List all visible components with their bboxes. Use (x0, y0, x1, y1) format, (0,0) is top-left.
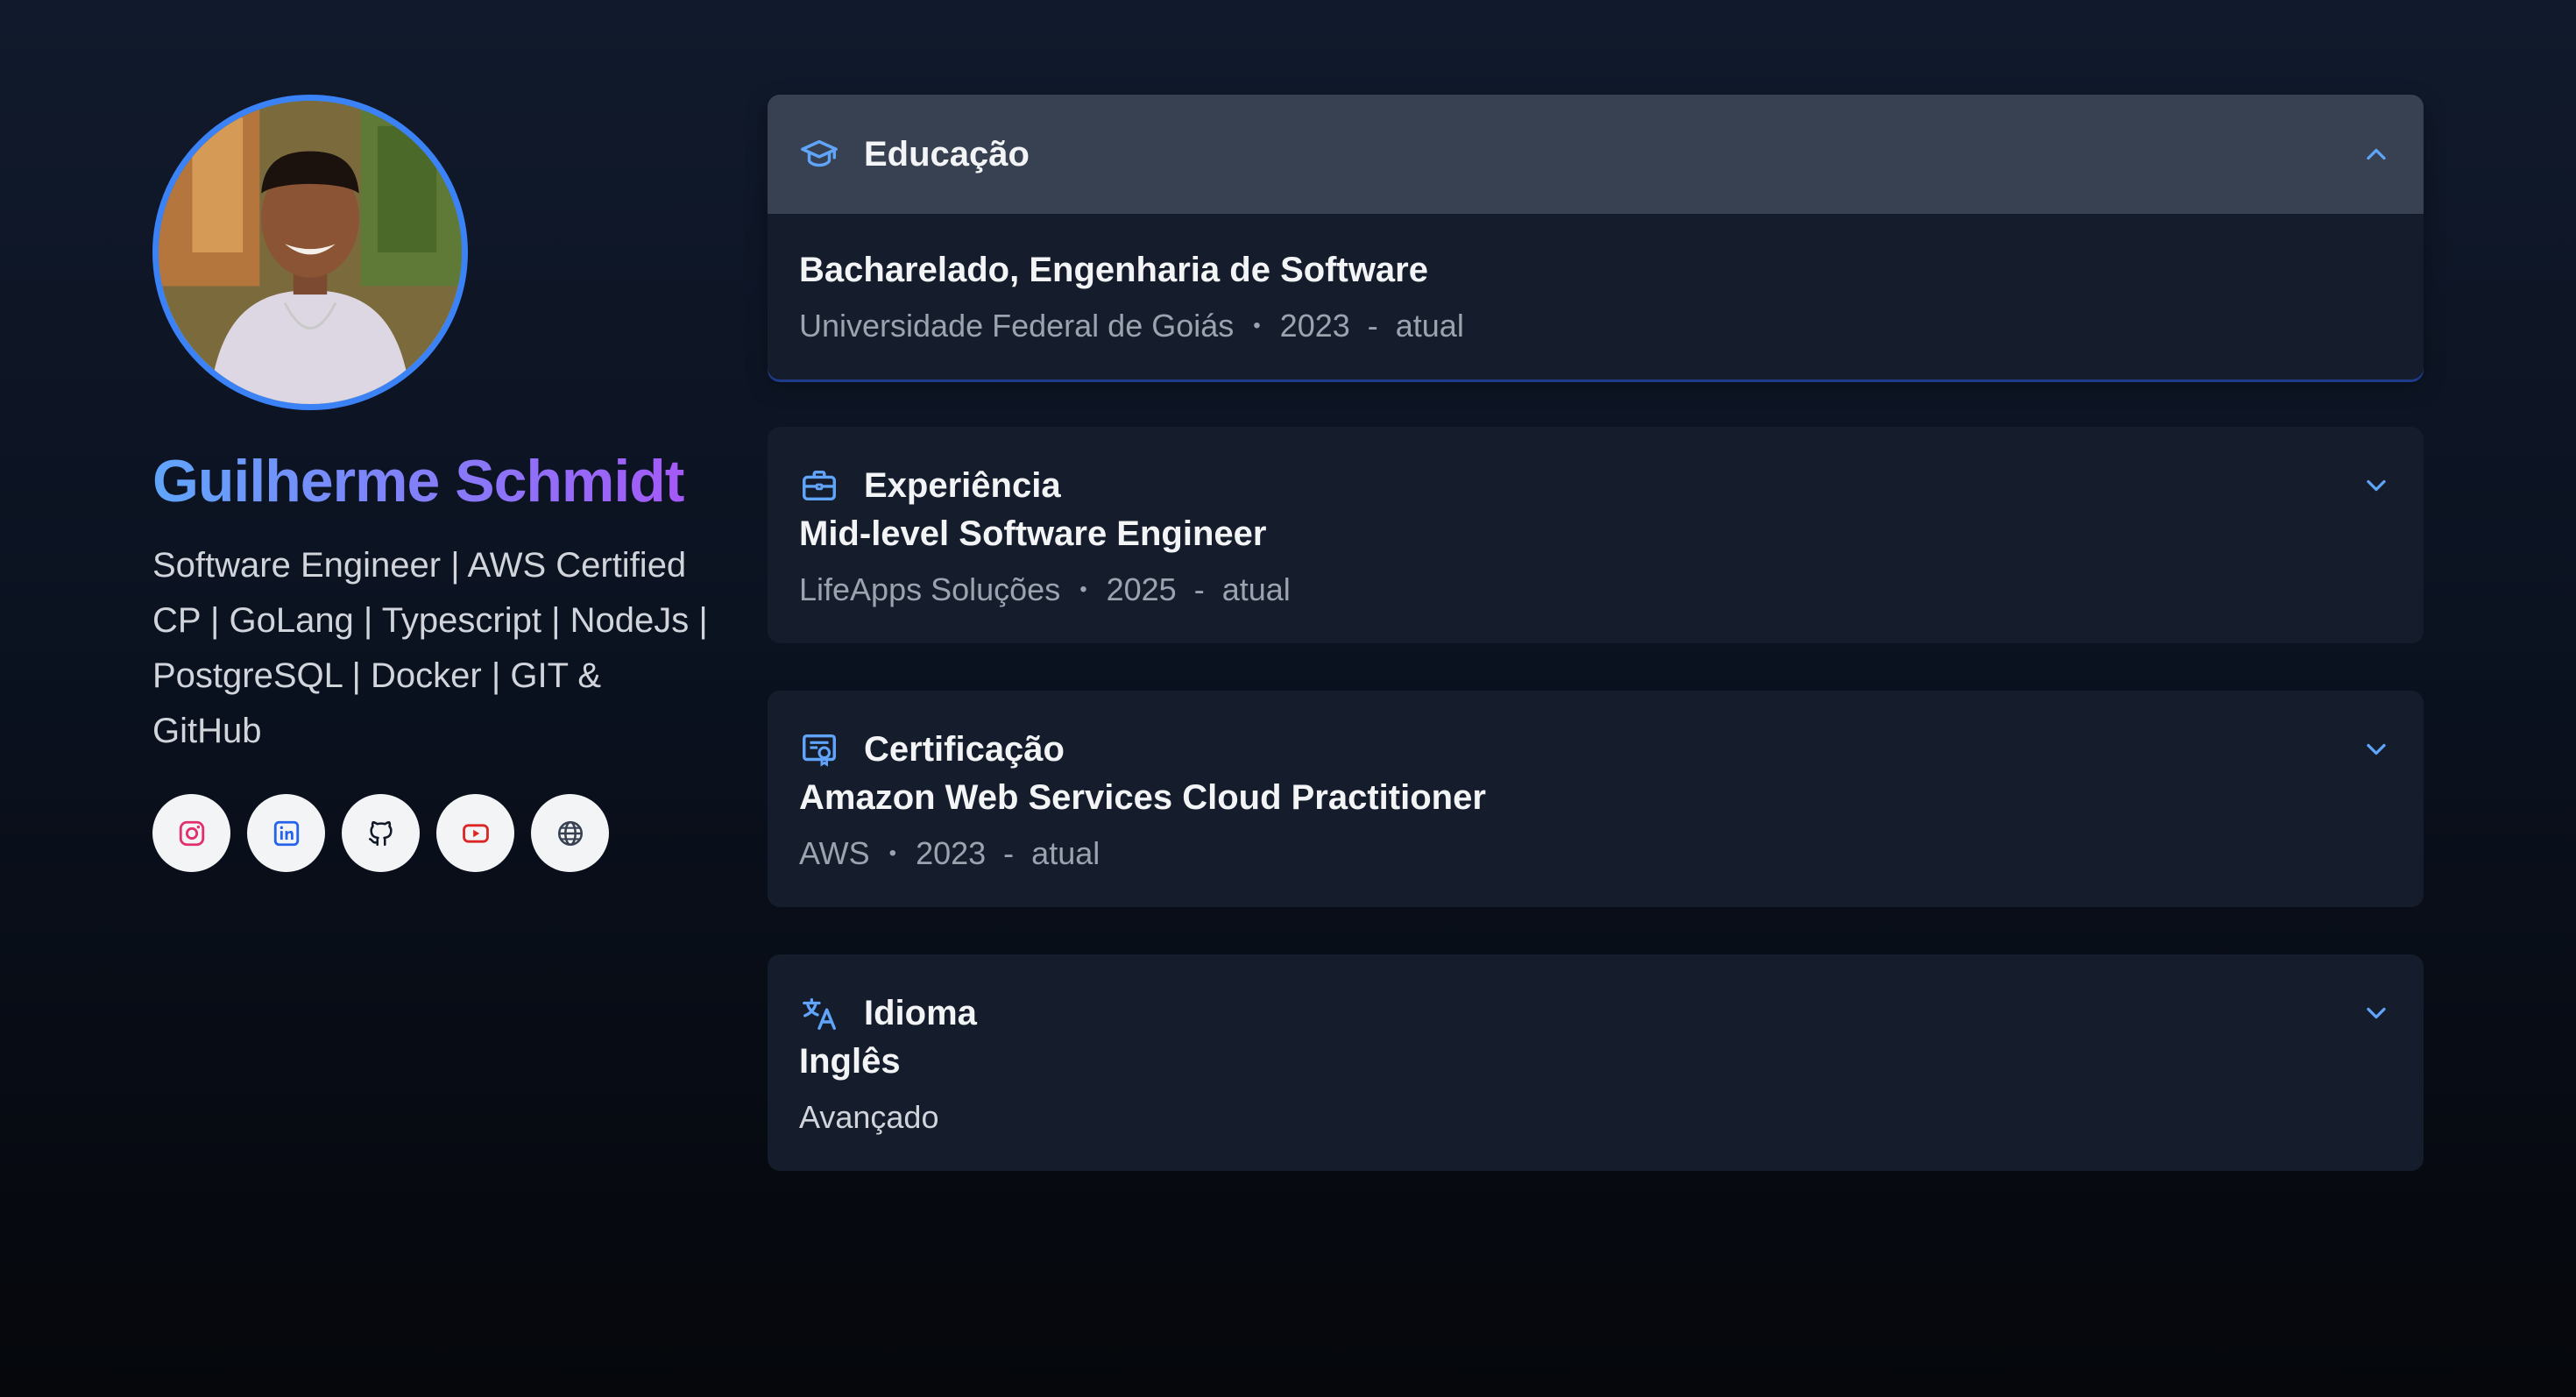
education-header[interactable]: Educação (768, 95, 2424, 214)
language-body: Inglês Avançado (768, 1042, 2424, 1171)
linkedin-link[interactable] (247, 794, 325, 872)
certification-name: Amazon Web Services Cloud Practitioner (799, 778, 1486, 817)
language-meta: Avançado (799, 1099, 2392, 1136)
github-link[interactable] (342, 794, 420, 872)
avatar (152, 95, 468, 410)
language-name: Inglês (799, 1042, 901, 1081)
certification-start: 2023 (916, 835, 987, 871)
education-card: Educação Bacharelado, Engenharia de Soft… (768, 95, 2424, 379)
profile-headline: Software Engineer | AWS Certified CP | G… (152, 546, 708, 750)
separator-dot: • (1079, 578, 1087, 601)
social-links (152, 794, 713, 872)
education-title: Educação (864, 134, 1030, 174)
portfolio-page: Guilherme Schmidt Software Engineer | AW… (0, 0, 2576, 1397)
language-title: Idioma (864, 993, 977, 1032)
certificate-icon (799, 729, 839, 769)
instagram-icon (179, 820, 204, 846)
experience-end: atual (1221, 571, 1291, 607)
language-card: Idioma Inglês Avançado (768, 954, 2424, 1171)
education-end: atual (1395, 308, 1464, 344)
chevron-up-icon[interactable] (2360, 138, 2392, 170)
separator-dash: - (1003, 835, 1015, 871)
education-body: Bacharelado, Engenharia de Software Univ… (768, 214, 2424, 379)
youtube-link[interactable] (436, 794, 514, 872)
education-institution: Universidade Federal de Goiás (799, 308, 1235, 344)
github-icon (368, 820, 393, 846)
education-degree: Bacharelado, Engenharia de Software (799, 251, 1428, 289)
certification-meta: AWS • 2023 - atual (799, 835, 2392, 872)
briefcase-icon (799, 465, 839, 506)
experience-card: Experiência Mid-level Software Engineer … (768, 427, 2424, 643)
certification-card: Certificação Amazon Web Services Cloud P… (768, 691, 2424, 907)
website-link[interactable] (531, 794, 609, 872)
resume-sections: Educação Bacharelado, Engenharia de Soft… (768, 95, 2424, 1218)
avatar-photo (159, 101, 462, 404)
chevron-down-icon[interactable] (2360, 997, 2392, 1029)
experience-role: Mid-level Software Engineer (799, 514, 1267, 553)
experience-body: Mid-level Software Engineer LifeApps Sol… (768, 514, 2424, 643)
education-start: 2023 (1279, 308, 1350, 344)
experience-meta: LifeApps Soluções • 2025 - atual (799, 571, 2392, 608)
education-meta: Universidade Federal de Goiás • 2023 - a… (799, 308, 2392, 344)
profile-panel: Guilherme Schmidt Software Engineer | AW… (152, 95, 713, 872)
language-level: Avançado (799, 1099, 939, 1135)
globe-icon (557, 820, 583, 846)
separator-dot: • (1253, 314, 1261, 337)
certification-body: Amazon Web Services Cloud Practitioner A… (768, 778, 2424, 907)
separator-dash: - (1367, 308, 1378, 344)
certification-title: Certificação (864, 729, 1065, 769)
experience-start: 2025 (1106, 571, 1177, 607)
chevron-down-icon[interactable] (2360, 734, 2392, 765)
profile-name: Guilherme Schmidt (152, 447, 713, 515)
certification-issuer: AWS (799, 835, 870, 871)
separator-dash: - (1193, 571, 1205, 607)
experience-title: Experiência (864, 465, 1061, 505)
experience-company: LifeApps Soluções (799, 571, 1061, 607)
graduation-cap-icon (799, 134, 839, 174)
separator-dot: • (888, 841, 897, 865)
chevron-down-icon[interactable] (2360, 470, 2392, 501)
youtube-icon (462, 823, 489, 843)
linkedin-icon (273, 820, 299, 846)
translate-icon (799, 993, 839, 1033)
certification-end: atual (1031, 835, 1100, 871)
instagram-link[interactable] (152, 794, 230, 872)
